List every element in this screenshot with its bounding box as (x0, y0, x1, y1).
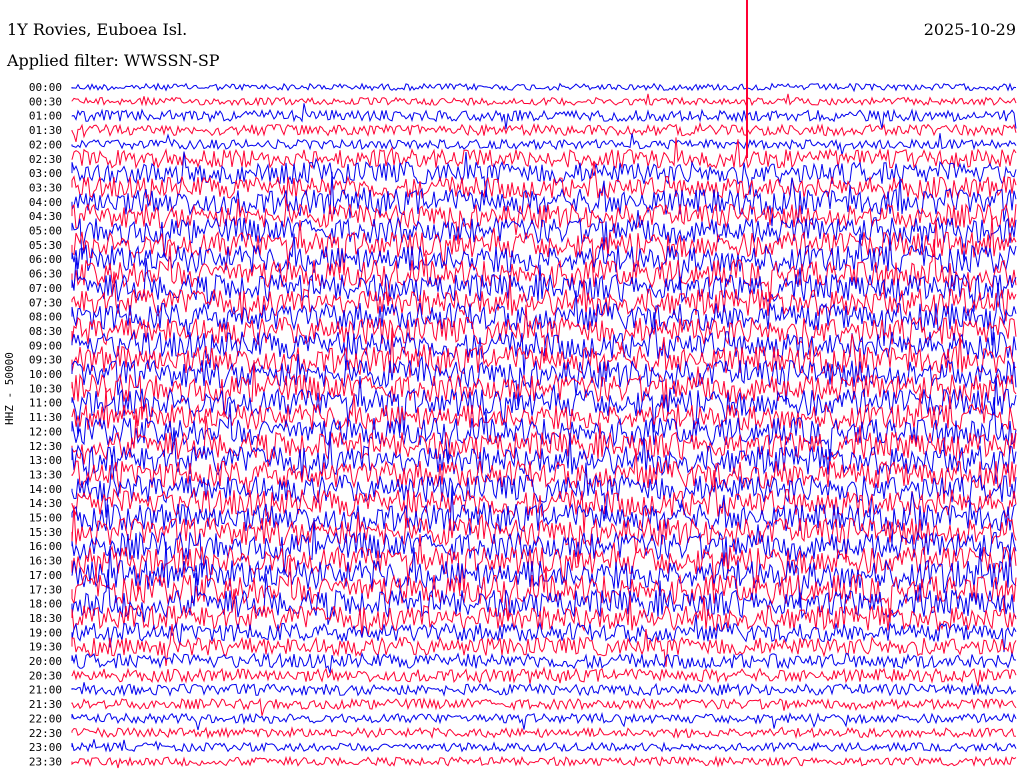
time-tick-label: 06:30 (29, 268, 62, 281)
time-tick-label: 00:00 (29, 81, 62, 94)
trace-line (71, 93, 1017, 107)
trace-line (71, 711, 1017, 731)
time-tick-label: 01:00 (29, 110, 62, 123)
time-tick-label: 21:30 (29, 698, 62, 711)
time-tick-label: 19:00 (29, 626, 62, 639)
time-tick-label: 16:30 (29, 555, 62, 568)
time-tick-label: 15:00 (29, 512, 62, 525)
time-tick-label: 13:30 (29, 468, 62, 481)
time-tick-label: 18:00 (29, 598, 62, 611)
trace-line (71, 755, 1017, 769)
time-tick-label: 07:00 (29, 282, 62, 295)
time-tick-label: 12:30 (29, 440, 62, 453)
time-tick-label: 13:00 (29, 454, 62, 467)
trace-line (71, 666, 1017, 687)
time-tick-label: 01:30 (29, 124, 62, 137)
time-tick-label: 06:00 (29, 253, 62, 266)
trace-line (71, 726, 1017, 740)
time-tick-label: 05:00 (29, 225, 62, 238)
helicorder-plot: 00:0000:30 01:0001:3002:00 02:3003:0003:30… (29, 0, 1017, 769)
time-tick-label: 15:30 (29, 526, 62, 539)
trace-line (71, 739, 1017, 753)
time-tick-label: 07:30 (29, 296, 62, 309)
time-tick-label: 09:00 (29, 339, 62, 352)
time-tick-label: 03:30 (29, 181, 62, 194)
time-tick-label: 09:30 (29, 354, 62, 367)
time-tick-label: 23:30 (29, 755, 62, 768)
time-tick-label: 14:30 (29, 497, 62, 510)
time-tick-label: 23:00 (29, 741, 62, 754)
time-tick-label: 10:00 (29, 368, 62, 381)
time-tick-label: 22:30 (29, 727, 62, 740)
time-tick-label: 11:00 (29, 397, 62, 410)
trace-line (71, 121, 1017, 143)
time-tick-label: 04:30 (29, 210, 62, 223)
time-tick-label: 20:00 (29, 655, 62, 668)
time-tick-label: 17:00 (29, 569, 62, 582)
time-tick-label: 12:00 (29, 425, 62, 438)
trace-line (71, 682, 1017, 697)
time-tick-label: 19:30 (29, 641, 62, 654)
time-tick-label: 17:30 (29, 583, 62, 596)
time-tick-label: 02:00 (29, 138, 62, 151)
time-tick-label: 00:30 (29, 95, 62, 108)
trace-line (71, 427, 1017, 486)
time-tick-label: 08:30 (29, 325, 62, 338)
time-tick-label: 11:30 (29, 411, 62, 424)
time-tick-label: 21:00 (29, 684, 62, 697)
time-tick-label: 16:00 (29, 540, 62, 553)
trace-line (71, 82, 1017, 93)
time-tick-label: 03:00 (29, 167, 62, 180)
time-tick-label: 22:00 (29, 712, 62, 725)
trace-line (71, 103, 1017, 130)
time-tick-label: 04:00 (29, 196, 62, 209)
time-tick-label: 05:30 (29, 239, 62, 252)
time-tick-label: 14:00 (29, 483, 62, 496)
time-tick-label: 10:30 (29, 382, 62, 395)
time-tick-label: 20:30 (29, 669, 62, 682)
time-tick-label: 02:30 (29, 153, 62, 166)
trace-line (71, 569, 1017, 625)
time-tick-label: 08:00 (29, 311, 62, 324)
time-tick-label: 18:30 (29, 612, 62, 625)
